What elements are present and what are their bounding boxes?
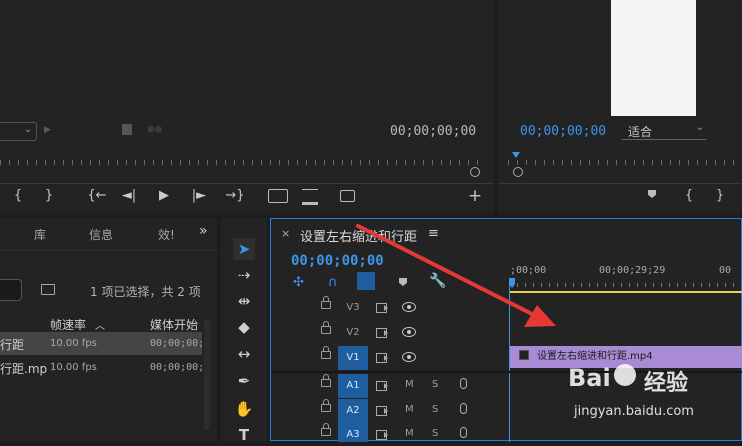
- paw-icon: [614, 364, 636, 386]
- watermark-url: jingyan.baidu.com: [574, 404, 694, 419]
- watermark-brand: 经验: [644, 371, 689, 396]
- arrow-head: [524, 305, 556, 327]
- watermark-logo-text: Bai: [568, 364, 611, 392]
- arrow-shaft: [356, 224, 542, 320]
- watermark: Bai 经验 jingyan.baidu.com: [562, 360, 742, 438]
